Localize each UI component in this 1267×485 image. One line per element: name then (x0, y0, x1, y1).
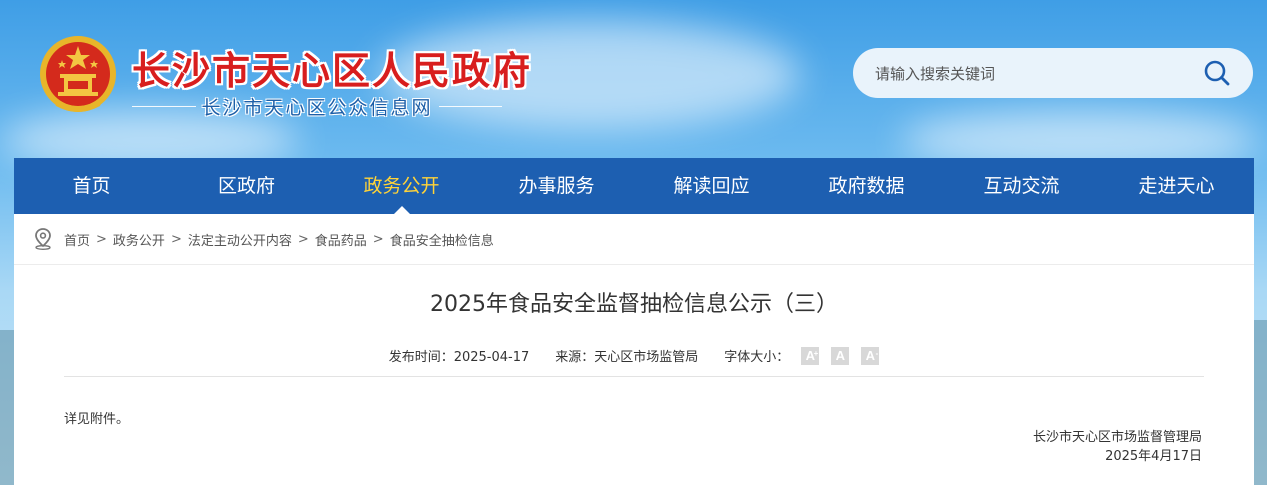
site-header: 长沙市天心区人民政府 长沙市天心区公众信息网 (0, 0, 1267, 158)
article-signature: 长沙市天心区市场监督管理局 2025年4月17日 (1033, 428, 1202, 466)
nav-item-interaction[interactable]: 互动交流 (944, 158, 1099, 214)
search-input[interactable] (873, 48, 1197, 100)
breadcrumb-statutory-disclosure[interactable]: 法定主动公开内容 (188, 230, 292, 249)
site-subtitle-text: 长沙市天心区公众信息网 (201, 96, 433, 119)
font-reset-button[interactable]: A (831, 346, 850, 365)
article-title: 2025年食品安全监督抽检信息公示（三） (430, 292, 838, 317)
breadcrumb-separator: > (372, 231, 384, 247)
nav-item-government-data[interactable]: 政府数据 (789, 158, 944, 214)
breadcrumb-home[interactable]: 首页 (64, 230, 90, 249)
breadcrumb-government-affairs[interactable]: 政务公开 (113, 230, 165, 249)
breadcrumb: 首页 > 政务公开 > 法定主动公开内容 > 食品药品 > 食品安全抽检信息 (14, 214, 1254, 265)
site-title[interactable]: 长沙市天心区人民政府 (132, 40, 532, 95)
subtitle-rule-left (132, 105, 196, 107)
breadcrumb-separator: > (96, 231, 107, 247)
article-source: 来源：天心区市场监管局 (555, 350, 699, 365)
search-icon[interactable] (1203, 59, 1231, 87)
subtitle-rule-right (438, 105, 503, 107)
background-hill (1254, 320, 1267, 485)
breadcrumb-separator: > (297, 231, 309, 247)
nav-item-government-affairs[interactable]: 政务公开 (324, 158, 479, 214)
font-decrease-button[interactable]: A- (861, 346, 880, 365)
site-subtitle: 长沙市天心区公众信息网 (132, 94, 503, 119)
breadcrumb-food-safety-sampling[interactable]: 食品安全抽检信息 (390, 230, 494, 249)
nav-item-about-tianxin[interactable]: 走进天心 (1099, 158, 1254, 214)
background-hill (0, 330, 14, 485)
publish-time: 发布时间：2025-04-17 (388, 350, 530, 365)
nav-item-home[interactable]: 首页 (14, 158, 169, 214)
font-increase-button[interactable]: A + (801, 346, 820, 365)
nav-item-interpretation[interactable]: 解读回应 (634, 158, 789, 214)
national-emblem-icon (40, 36, 116, 112)
location-pin-icon (35, 228, 51, 250)
nav-item-services[interactable]: 办事服务 (479, 158, 634, 214)
breadcrumb-food-drug[interactable]: 食品药品 (315, 230, 367, 249)
font-size-label: 字体大小： (724, 350, 790, 365)
article-body: 详见附件。 (64, 412, 130, 427)
signature-organization: 长沙市天心区市场监督管理局 (1032, 430, 1202, 445)
nav-item-district-government[interactable]: 区政府 (169, 158, 324, 214)
signature-date: 2025年4月17日 (1105, 449, 1202, 464)
breadcrumb-separator: > (170, 231, 182, 247)
article-meta: 发布时间：2025-04-17 来源：天心区市场监管局 字体大小： A + A A… (14, 346, 1254, 365)
article-panel: 首页 > 政务公开 > 法定主动公开内容 > 食品药品 > 食品安全抽检信息 2… (14, 214, 1254, 485)
meta-divider (64, 376, 1204, 377)
search-box (853, 48, 1253, 100)
breadcrumb-trail: 首页 > 政务公开 > 法定主动公开内容 > 食品药品 > 食品安全抽检信息 (64, 230, 494, 249)
main-nav: 首页 区政府 政务公开 办事服务 解读回应 政府数据 互动交流 走进天心 (14, 158, 1254, 214)
